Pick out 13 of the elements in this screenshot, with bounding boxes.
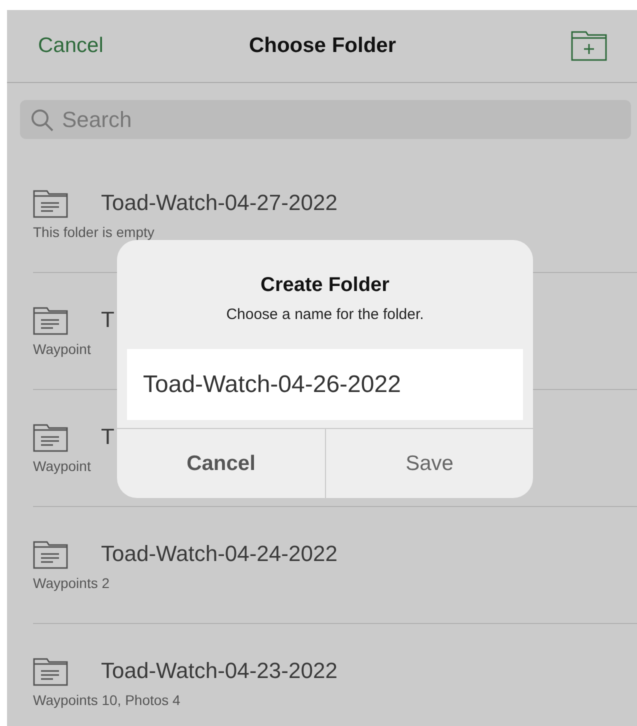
folder-name: Toad-Watch-04-23-2022 bbox=[101, 657, 338, 685]
dialog-title: Create Folder bbox=[260, 274, 390, 297]
folder-details: Waypoints 10, Photos 4 bbox=[33, 691, 180, 709]
folder-name: T bbox=[101, 306, 114, 334]
folder-details: Waypoint bbox=[33, 340, 91, 358]
folder-name: T bbox=[101, 423, 114, 451]
folder-details: This folder is empty bbox=[33, 223, 154, 241]
folder-details: Waypoint bbox=[33, 457, 91, 475]
dialog-message: Choose a name for the folder. bbox=[226, 306, 424, 323]
folder-details: Waypoints 2 bbox=[33, 574, 110, 592]
folder-name: Toad-Watch-04-27-2022 bbox=[101, 189, 338, 217]
folder-name: Toad-Watch-04-24-2022 bbox=[101, 540, 338, 568]
screen-title: Choose Folder bbox=[248, 34, 396, 58]
